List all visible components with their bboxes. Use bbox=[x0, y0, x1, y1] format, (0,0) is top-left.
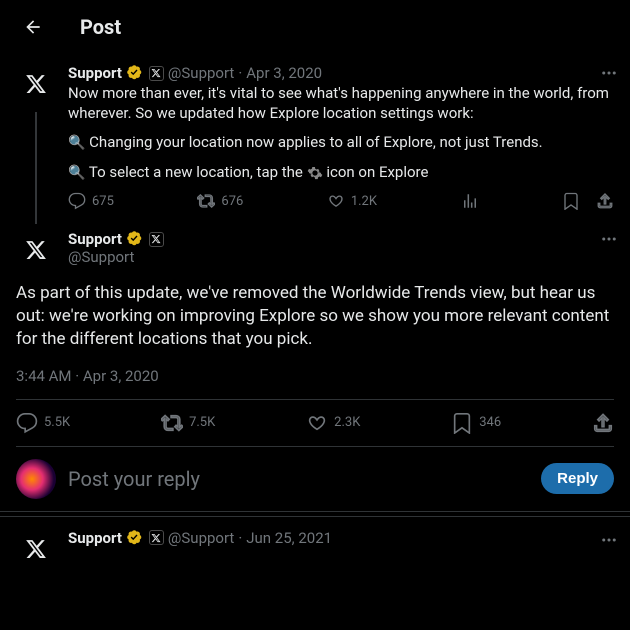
back-arrow-icon bbox=[23, 17, 43, 37]
author-avatar[interactable] bbox=[16, 230, 56, 270]
verified-icon bbox=[126, 230, 144, 248]
post-date[interactable]: Jun 25, 2021 bbox=[246, 529, 332, 547]
bookmark-icon bbox=[562, 192, 580, 210]
retweet-button[interactable]: 676 bbox=[197, 192, 243, 210]
magnifier-icon: 🔍 bbox=[68, 135, 85, 151]
like-button[interactable]: 2.3K bbox=[306, 412, 360, 434]
verified-icon bbox=[126, 64, 144, 82]
retweet-button[interactable]: 7.5K bbox=[161, 412, 215, 434]
verified-icon bbox=[126, 529, 144, 547]
more-button[interactable] bbox=[600, 230, 618, 252]
user-avatar[interactable] bbox=[16, 459, 56, 499]
share-icon bbox=[596, 192, 614, 210]
author-handle[interactable]: @Support bbox=[168, 64, 234, 82]
x-logo-icon bbox=[25, 538, 47, 560]
stats-icon bbox=[461, 192, 479, 210]
author-name[interactable]: Support bbox=[68, 230, 122, 248]
gear-icon bbox=[307, 165, 323, 181]
reply-button[interactable]: 675 bbox=[68, 192, 114, 210]
parent-post[interactable]: Support @Support · Apr 3, 2020 Now more … bbox=[0, 54, 630, 220]
bookmark-button[interactable]: 346 bbox=[451, 412, 501, 434]
x-logo-icon bbox=[25, 73, 47, 95]
thread-line bbox=[35, 112, 37, 224]
like-icon bbox=[306, 412, 328, 434]
reply-icon bbox=[16, 412, 38, 434]
more-button[interactable] bbox=[600, 531, 618, 553]
more-icon bbox=[600, 230, 618, 248]
more-icon bbox=[600, 64, 618, 82]
main-post: Support @Support As part of this update,… bbox=[0, 220, 630, 447]
org-badge bbox=[149, 66, 164, 81]
post-date[interactable]: Apr 3, 2020 bbox=[246, 64, 322, 82]
author-name[interactable]: Support bbox=[68, 529, 122, 547]
author-name[interactable]: Support bbox=[68, 64, 122, 82]
share-icon bbox=[592, 412, 614, 434]
like-icon bbox=[327, 192, 345, 210]
thread-reply[interactable]: Support @Support · Jun 25, 2021 bbox=[0, 516, 630, 569]
reply-button[interactable]: 5.5K bbox=[16, 412, 70, 434]
back-button[interactable] bbox=[16, 10, 50, 44]
share-button[interactable] bbox=[592, 412, 614, 434]
author-handle[interactable]: @Support bbox=[68, 248, 614, 266]
more-button[interactable] bbox=[600, 64, 618, 86]
x-logo-icon bbox=[25, 239, 47, 261]
reply-input[interactable]: Post your reply bbox=[68, 467, 529, 491]
share-button[interactable] bbox=[596, 192, 614, 210]
author-avatar[interactable] bbox=[16, 64, 56, 104]
page-title: Post bbox=[80, 15, 121, 39]
bookmark-button[interactable] bbox=[562, 192, 580, 210]
post-body: As part of this update, we've removed th… bbox=[16, 282, 614, 351]
magnifier-icon: 🔍 bbox=[68, 165, 85, 181]
bookmark-icon bbox=[451, 412, 473, 434]
org-badge bbox=[149, 232, 164, 247]
org-badge bbox=[149, 530, 164, 545]
post-timestamp[interactable]: 3:44 AM · Apr 3, 2020 bbox=[16, 367, 614, 385]
post-body: Now more than ever, it's vital to see wh… bbox=[68, 84, 614, 182]
author-handle[interactable]: @Support bbox=[168, 529, 234, 547]
like-button[interactable]: 1.2K bbox=[327, 192, 377, 210]
reply-submit-button[interactable]: Reply bbox=[541, 463, 614, 494]
reply-icon bbox=[68, 192, 86, 210]
views-button[interactable] bbox=[461, 192, 479, 210]
author-avatar[interactable] bbox=[16, 529, 56, 569]
reply-composer: Post your reply Reply bbox=[0, 447, 630, 512]
retweet-icon bbox=[161, 412, 183, 434]
more-icon bbox=[600, 531, 618, 549]
retweet-icon bbox=[197, 192, 215, 210]
